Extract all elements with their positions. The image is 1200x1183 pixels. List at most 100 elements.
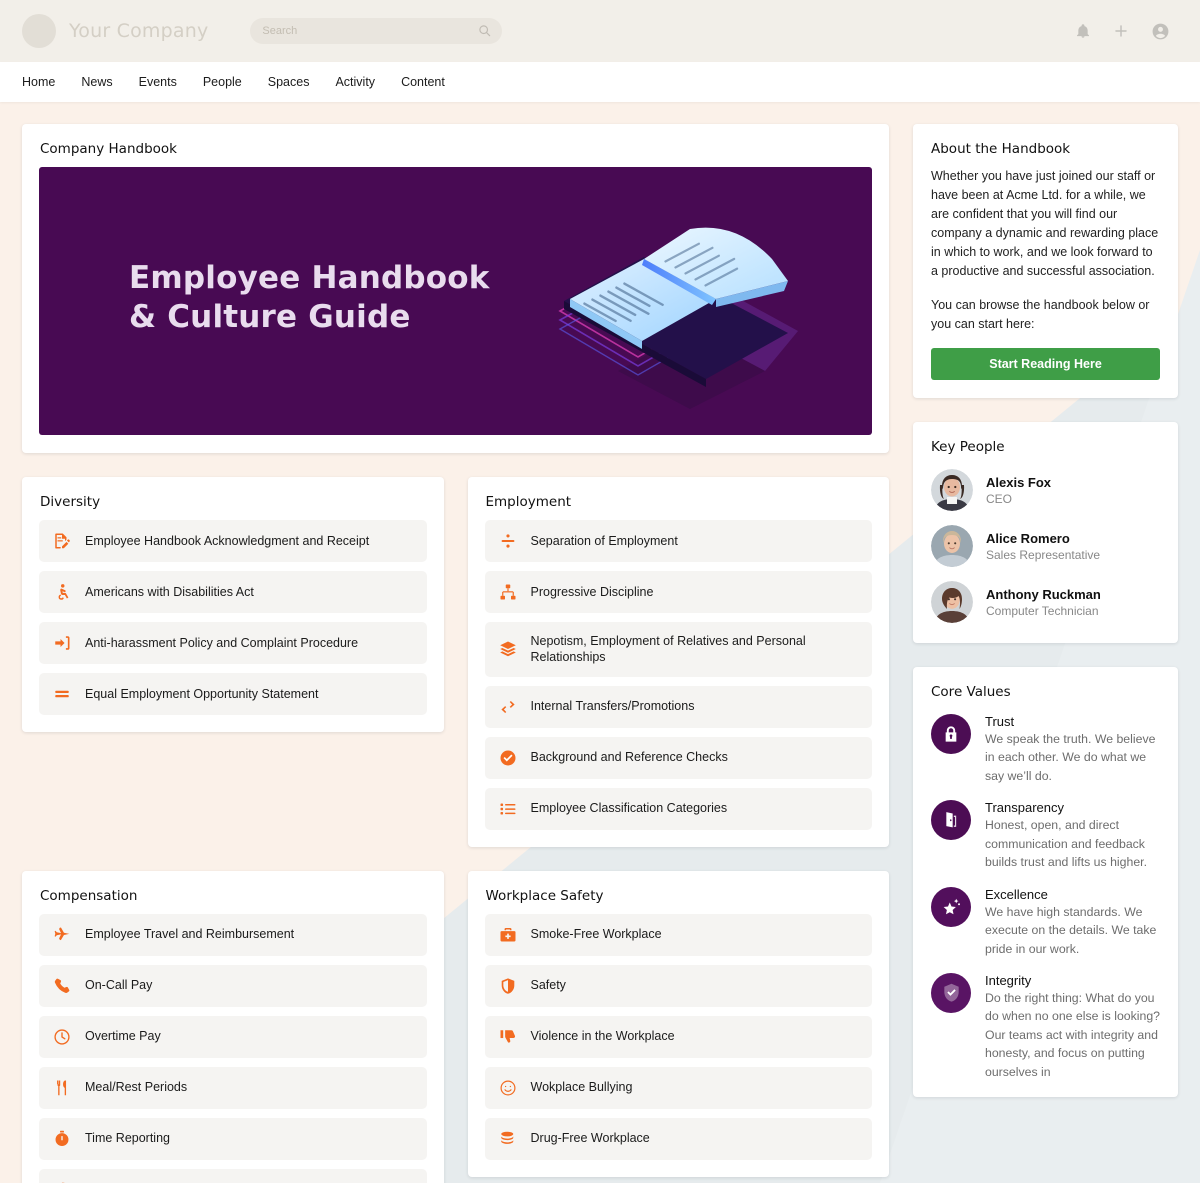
core-values-list: Trust We speak the truth. We believe in …	[913, 710, 1178, 1097]
layers-icon	[499, 641, 516, 657]
list-item[interactable]: Drug-Free Workplace	[484, 1117, 872, 1160]
plus-icon[interactable]	[1113, 23, 1129, 39]
bell-icon[interactable]	[1075, 23, 1091, 39]
about-title: About the Handbook	[931, 141, 1071, 157]
equals-icon	[55, 690, 69, 698]
list-item[interactable]: Alice Romero Sales Representative	[931, 525, 1160, 567]
list-item[interactable]: Employee Handbook Acknowledgment and Rec…	[39, 520, 427, 562]
nav-item-events[interactable]: Events	[139, 75, 177, 89]
core-values-card: Core Values Trust We speak the truth. We…	[913, 667, 1178, 1098]
list-item[interactable]: Equal Employment Opportunity Statement	[39, 673, 427, 715]
top-bar: Your Company	[0, 0, 1200, 62]
list-item[interactable]: Employee Classification Categories	[484, 787, 872, 830]
sitemap-icon	[500, 584, 515, 600]
handbook-banner[interactable]: Employee Handbook & Culture Guide	[39, 167, 872, 435]
list-item-label: Background and Reference Checks	[530, 750, 728, 765]
list-item[interactable]: On-Call Pay	[39, 964, 427, 1007]
banner-title-line1: Employee Handbook	[129, 260, 490, 296]
list-item-label: Anti-harassment Policy and Complaint Pro…	[85, 635, 359, 650]
list-item: Integrity Do the right thing: What do yo…	[931, 972, 1161, 1081]
key-people-title: Key People	[931, 439, 1005, 455]
list-item[interactable]: Smoke-Free Workplace	[484, 913, 872, 956]
start-reading-button[interactable]: Start Reading Here	[931, 348, 1160, 380]
section-card-compensation: Compensation Employee Travel and Reimbur…	[22, 870, 444, 1183]
nav-item-spaces[interactable]: Spaces	[268, 75, 310, 89]
list-item-label: Employee Handbook Acknowledgment and Rec…	[85, 533, 370, 548]
list-item-label: Separation of Employment	[530, 533, 678, 548]
list-item[interactable]: Time Reporting	[39, 1117, 427, 1160]
list-item[interactable]: Separation of Employment	[484, 520, 872, 562]
list-item[interactable]: Internal Transfers/Promotions	[484, 685, 872, 728]
shield-check-icon	[931, 972, 971, 1013]
list-item-label: Internal Transfers/Promotions	[530, 699, 695, 714]
list-item-label: Equal Employment Opportunity Statement	[85, 686, 319, 701]
check-circle-icon	[500, 750, 515, 765]
list-item[interactable]: Overtime Pay	[39, 1015, 427, 1058]
nav-item-people[interactable]: People	[203, 75, 242, 89]
banner-title-line2: & Culture Guide	[129, 299, 411, 336]
list-item-label: On-Call Pay	[85, 978, 153, 993]
value-name: Integrity	[985, 972, 1032, 988]
nav-item-news[interactable]: News	[81, 75, 112, 89]
divide-icon	[501, 534, 514, 548]
value-description: Honest, open, and direct communication a…	[985, 818, 1147, 870]
file-signature-icon	[55, 533, 70, 549]
nav-item-home[interactable]: Home	[22, 75, 55, 89]
open-book-illustration	[540, 181, 840, 426]
list-ul-icon	[500, 802, 515, 815]
account-circle-icon[interactable]	[1151, 22, 1170, 41]
search-input[interactable]	[262, 25, 491, 37]
section-list: Smoke-Free Workplace Safety Violence in …	[468, 913, 890, 1177]
list-item[interactable]: Payment of Wages	[39, 1168, 427, 1183]
main-column: Company Handbook Employee Handbook & Cul…	[22, 124, 889, 1183]
company-name: Your Company	[69, 20, 209, 42]
list-item[interactable]: Nepotism, Employment of Relatives and Pe…	[484, 622, 872, 677]
key-people-list: Alexis Fox CEO Alice Romero Sales Repres…	[913, 465, 1178, 643]
exchange-arrows-icon	[500, 700, 515, 713]
sidebar-column: About the Handbook Whether you have just…	[913, 124, 1178, 1183]
list-item[interactable]: Background and Reference Checks	[484, 736, 872, 779]
list-item-label: Nepotism, Employment of Relatives and Pe…	[530, 634, 806, 665]
person-role: CEO	[986, 491, 1013, 506]
page-title: Company Handbook	[40, 141, 177, 157]
list-item[interactable]: Alexis Fox CEO	[931, 469, 1160, 511]
list-item[interactable]: Americans with Disabilities Act	[39, 571, 427, 613]
list-item-label: Employee Travel and Reimbursement	[85, 927, 295, 942]
list-item[interactable]: Anti-harassment Policy and Complaint Pro…	[39, 622, 427, 664]
banner-title: Employee Handbook & Culture Guide	[129, 259, 490, 337]
person-info: Alexis Fox CEO	[986, 475, 1051, 506]
list-item-label: Americans with Disabilities Act	[85, 584, 254, 599]
about-body: Whether you have just joined our staff o…	[913, 167, 1178, 398]
list-item[interactable]: Safety	[484, 964, 872, 1007]
avatar	[931, 525, 973, 567]
company-logo-icon	[22, 14, 56, 48]
thumbs-down-icon	[500, 1029, 515, 1043]
nav-item-content[interactable]: Content	[401, 75, 445, 89]
list-item: Transparency Honest, open, and direct co…	[931, 800, 1160, 871]
list-item[interactable]: Anthony Ruckman Computer Technician	[931, 581, 1160, 623]
about-paragraph-1: Whether you have just joined our staff o…	[931, 169, 1159, 278]
search-box[interactable]	[250, 18, 503, 44]
list-item[interactable]: Violence in the Workplace	[484, 1015, 872, 1058]
list-item[interactable]: Meal/Rest Periods	[39, 1066, 427, 1109]
value-name: Transparency	[985, 800, 1064, 816]
list-item[interactable]: Progressive Discipline	[484, 571, 872, 613]
person-info: Alice Romero Sales Representative	[986, 531, 1100, 562]
top-bar-actions	[1075, 22, 1178, 41]
value-name: Trust	[985, 714, 1015, 729]
key-people-card: Key People Alexis Fox CEO Alice Romero S…	[913, 422, 1178, 643]
list-item-label: Violence in the Workplace	[530, 1029, 675, 1044]
value-text: Excellence We have high standards. We ex…	[985, 887, 1160, 958]
nav-item-activity[interactable]: Activity	[335, 75, 375, 89]
brand[interactable]: Your Company	[22, 14, 208, 48]
wheelchair-accessible-icon	[58, 584, 69, 600]
value-description: Do the right thing: What do you do when …	[985, 990, 1161, 1079]
list-item-label: Time Reporting	[85, 1131, 170, 1146]
list-item[interactable]: Wokplace Bullying	[484, 1066, 872, 1109]
about-paragraph-2: You can browse the handbook below or you…	[931, 298, 1150, 331]
list-item-label: Wokplace Bullying	[530, 1080, 633, 1095]
section-card-employment: Employment Separation of Employment Prog…	[467, 477, 889, 847]
list-item[interactable]: Employee Travel and Reimbursement	[39, 913, 427, 956]
open-door-icon	[931, 800, 971, 841]
plane-icon	[54, 926, 70, 940]
